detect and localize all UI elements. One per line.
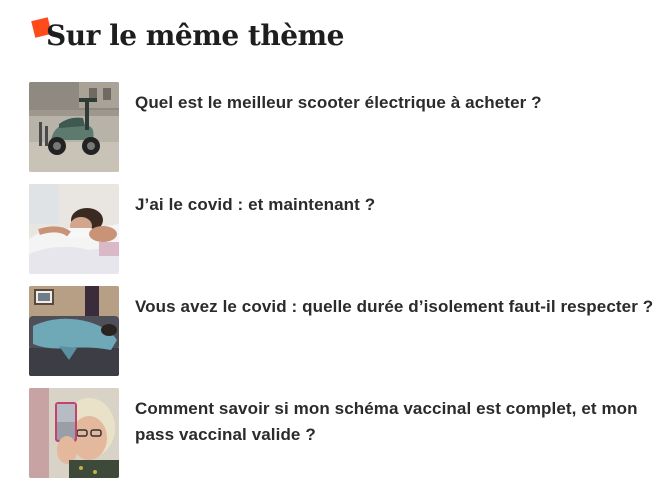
list-item-article[interactable]: Vous avez le covid : quelle durée d’isol… bbox=[29, 286, 659, 376]
person-under-blanket-on-couch-image[interactable] bbox=[29, 286, 119, 376]
article-title[interactable]: Quel est le meilleur scooter électrique … bbox=[135, 90, 655, 116]
article-title[interactable]: Comment savoir si mon schéma vaccinal es… bbox=[135, 396, 655, 448]
related-articles-list: Quel est le meilleur scooter électrique … bbox=[29, 82, 659, 490]
sick-person-in-bed-image[interactable] bbox=[29, 184, 119, 274]
article-title[interactable]: Vous avez le covid : quelle durée d’isol… bbox=[135, 294, 655, 320]
scooter-image[interactable] bbox=[29, 82, 119, 172]
article-title[interactable]: J’ai le covid : et maintenant ? bbox=[135, 192, 655, 218]
section-title: Sur le même thème bbox=[46, 19, 344, 52]
list-item-article[interactable]: Quel est le meilleur scooter électrique … bbox=[29, 82, 659, 172]
section-header: Sur le même thème bbox=[30, 14, 344, 58]
woman-holding-phone-image[interactable] bbox=[29, 388, 119, 478]
list-item-article[interactable]: J’ai le covid : et maintenant ? bbox=[29, 184, 659, 274]
list-item-article[interactable]: Comment savoir si mon schéma vaccinal es… bbox=[29, 388, 659, 478]
